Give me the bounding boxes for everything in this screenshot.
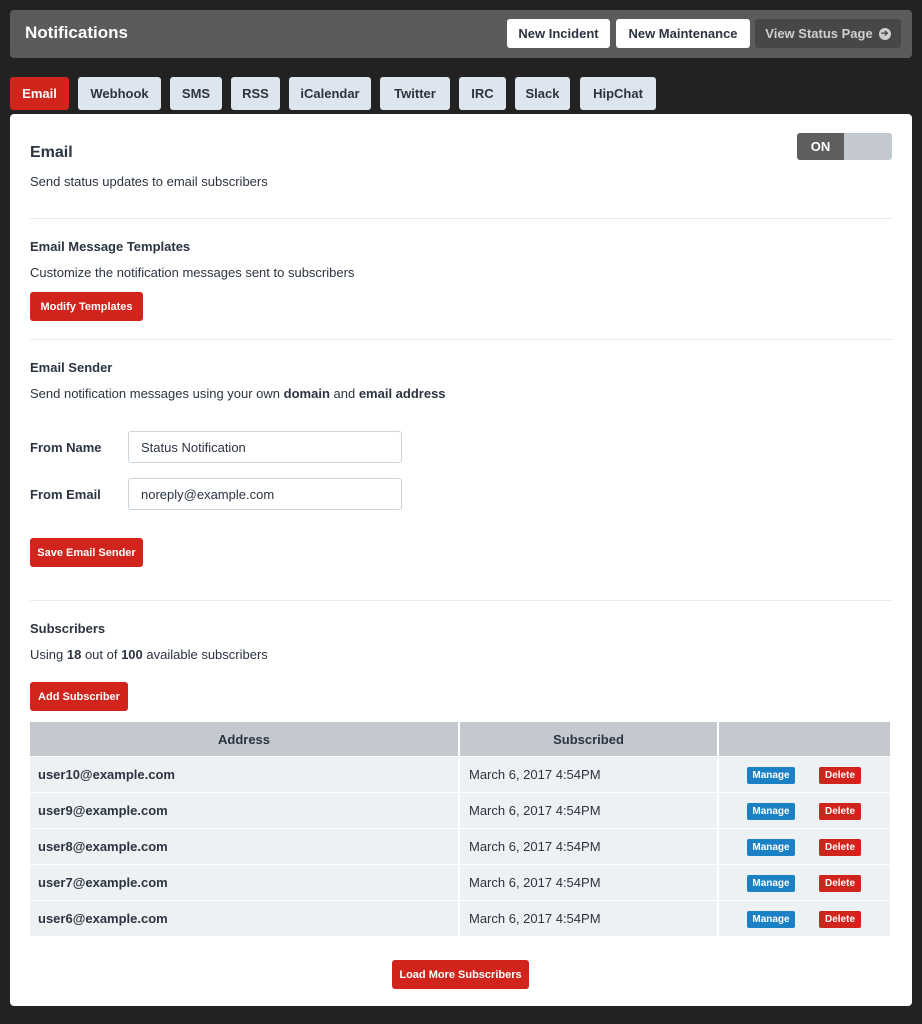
manage-button[interactable]: Manage — [747, 875, 795, 892]
subscriber-address: user7@example.com — [30, 865, 458, 900]
row-actions: Manage Delete — [719, 901, 890, 936]
subscriber-date: March 6, 2017 4:54PM — [460, 865, 717, 900]
add-subscriber-button[interactable]: Add Subscriber — [30, 682, 128, 711]
manage-button[interactable]: Manage — [747, 911, 795, 928]
tab-slack[interactable]: Slack — [515, 77, 570, 110]
delete-button[interactable]: Delete — [819, 911, 861, 928]
manage-button[interactable]: Manage — [747, 767, 795, 784]
table-row: user6@example.com March 6, 2017 4:54PM M… — [30, 901, 890, 937]
column-header-actions — [719, 722, 890, 756]
tab-email[interactable]: Email — [10, 77, 69, 110]
divider — [30, 218, 892, 219]
divider — [30, 600, 892, 601]
subscriber-address: user10@example.com — [30, 757, 458, 792]
from-email-input[interactable] — [128, 478, 402, 510]
delete-button[interactable]: Delete — [819, 839, 861, 856]
row-actions: Manage Delete — [719, 757, 890, 792]
sender-section-title: Email Sender — [30, 360, 113, 375]
email-enabled-toggle[interactable]: ON — [797, 133, 892, 160]
subscriber-date: March 6, 2017 4:54PM — [460, 757, 717, 792]
tab-irc[interactable]: IRC — [459, 77, 506, 110]
subscriber-address: user9@example.com — [30, 793, 458, 828]
divider — [30, 339, 892, 340]
subscribers-usage: Using 18 out of 100 available subscriber… — [30, 647, 268, 662]
email-settings-panel: Email Send status updates to email subsc… — [10, 114, 912, 1006]
tab-hipchat[interactable]: HipChat — [580, 77, 656, 110]
new-maintenance-button[interactable]: New Maintenance — [616, 19, 750, 48]
new-incident-button[interactable]: New Incident — [507, 19, 610, 48]
tab-rss[interactable]: RSS — [231, 77, 280, 110]
delete-button[interactable]: Delete — [819, 767, 861, 784]
table-header-row: Address Subscribed — [30, 722, 890, 757]
column-header-subscribed: Subscribed — [460, 722, 717, 756]
templates-section-title: Email Message Templates — [30, 239, 191, 254]
load-more-subscribers-button[interactable]: Load More Subscribers — [392, 960, 529, 989]
from-email-label: From Email — [30, 487, 101, 502]
page-title: Notifications — [25, 23, 128, 42]
email-section-title: Email — [30, 144, 73, 161]
row-actions: Manage Delete — [719, 829, 890, 864]
view-status-page-label: View Status Page — [765, 26, 873, 41]
subscriber-address: user8@example.com — [30, 829, 458, 864]
save-email-sender-button[interactable]: Save Email Sender — [30, 538, 143, 567]
sender-section-description: Send notification messages using your ow… — [30, 386, 446, 401]
toggle-off-area — [844, 133, 892, 160]
modify-templates-button[interactable]: Modify Templates — [30, 292, 143, 321]
table-row: user7@example.com March 6, 2017 4:54PM M… — [30, 865, 890, 901]
from-name-label: From Name — [30, 440, 102, 455]
templates-section-description: Customize the notification messages sent… — [30, 265, 355, 280]
subscriber-date: March 6, 2017 4:54PM — [460, 901, 717, 936]
top-bar: Notifications New Incident New Maintenan… — [10, 10, 912, 58]
row-actions: Manage Delete — [719, 865, 890, 900]
arrow-circle-right-icon: ➔ — [878, 27, 891, 40]
table-row: user9@example.com March 6, 2017 4:54PM M… — [30, 793, 890, 829]
subscriber-date: March 6, 2017 4:54PM — [460, 829, 717, 864]
tab-webhook[interactable]: Webhook — [78, 77, 161, 110]
email-section-description: Send status updates to email subscribers — [30, 174, 268, 189]
tab-twitter[interactable]: Twitter — [380, 77, 450, 110]
manage-button[interactable]: Manage — [747, 839, 795, 856]
from-name-input[interactable] — [128, 431, 402, 463]
subscribers-section-title: Subscribers — [30, 621, 106, 636]
subscribers-table: Address Subscribed user10@example.com Ma… — [30, 722, 890, 937]
row-actions: Manage Delete — [719, 793, 890, 828]
tab-icalendar[interactable]: iCalendar — [289, 77, 371, 110]
subscriber-address: user6@example.com — [30, 901, 458, 936]
subscriber-date: March 6, 2017 4:54PM — [460, 793, 717, 828]
manage-button[interactable]: Manage — [747, 803, 795, 820]
tab-sms[interactable]: SMS — [170, 77, 222, 110]
delete-button[interactable]: Delete — [819, 875, 861, 892]
delete-button[interactable]: Delete — [819, 803, 861, 820]
view-status-page-button[interactable]: View Status Page ➔ — [755, 19, 901, 48]
toggle-on-label: ON — [797, 133, 844, 160]
table-row: user10@example.com March 6, 2017 4:54PM … — [30, 757, 890, 793]
column-header-address: Address — [30, 722, 458, 756]
table-row: user8@example.com March 6, 2017 4:54PM M… — [30, 829, 890, 865]
